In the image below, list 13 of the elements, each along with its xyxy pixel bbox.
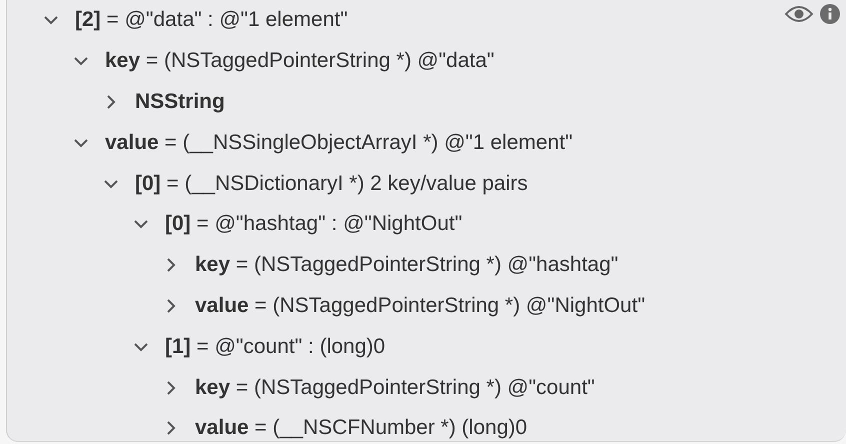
variable-entry[interactable]: value = (__NSSingleObjectArrayI *) @"1 element" [105, 130, 573, 155]
variable-entry[interactable]: [1] = @"count" : (long)0 [165, 334, 386, 359]
variable-entry[interactable]: [2] = @"data" : @"1 element" [75, 8, 348, 32]
variable-entry[interactable]: [0] = (__NSDictionaryI *) 2 key/value pairs [135, 172, 528, 196]
variable-entry[interactable]: value = (NSTaggedPointerString *) @"NightOut" [195, 294, 646, 318]
info-icon[interactable] [820, 4, 840, 24]
variable-entry[interactable]: NSString [135, 90, 225, 114]
variable-entry[interactable]: key = (NSTaggedPointerString *) @"count" [195, 376, 595, 400]
variable-entry[interactable]: value = (__NSCFNumber *) (long)0 [195, 416, 528, 440]
eye-icon[interactable] [784, 4, 814, 24]
variable-entry[interactable]: [0] = @"hashtag" : @"NightOut" [165, 212, 462, 236]
variable-entry[interactable]: key = (NSTaggedPointerString *) @"data" [105, 49, 494, 74]
variable-entry[interactable]: key = (NSTaggedPointerString *) @"hashtag" [195, 253, 618, 278]
